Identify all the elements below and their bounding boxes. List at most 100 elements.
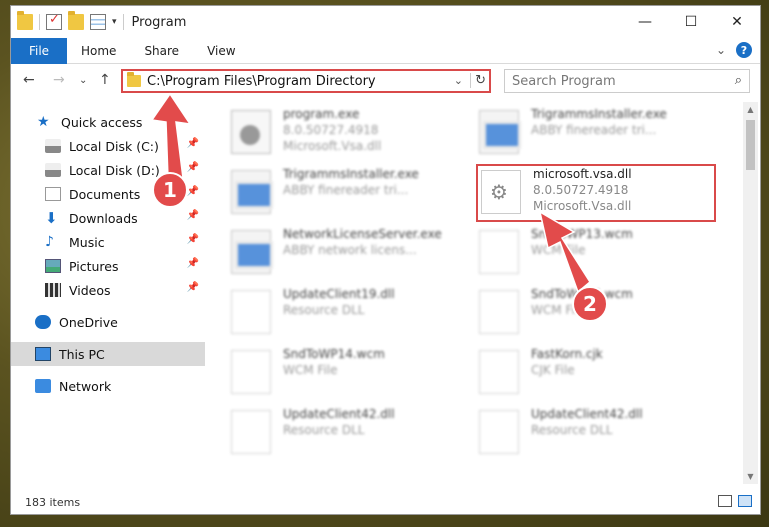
scroll-down-icon[interactable]: ▼ [743, 469, 758, 484]
file-list: program.exe 8.0.50727.4918 Microsoft.Vsa… [207, 102, 739, 482]
tab-file[interactable]: File [11, 37, 67, 64]
documents-icon [45, 187, 61, 201]
up-button[interactable]: ↑ [99, 72, 111, 88]
pin-icon: 📌 [186, 282, 199, 293]
search-input[interactable]: Search Program ⌕ [504, 69, 750, 93]
file-item[interactable]: UpdateClient42.dll Resource DLL [231, 406, 471, 462]
sidebar-item-music[interactable]: ♪ Music 📌 [11, 230, 205, 254]
title-bar: ▾ Program — ☐ ✕ [11, 6, 760, 38]
file-detail: WCM File [283, 363, 338, 377]
file-item[interactable]: NetworkLicenseServer.exe ABBY network li… [231, 226, 471, 282]
customize-toolbar-icon[interactable]: ▾ [112, 17, 117, 27]
new-folder-icon[interactable] [68, 11, 84, 30]
pictures-icon [45, 259, 61, 273]
sidebar-item-label: Local Disk (C:) [69, 138, 159, 154]
file-item[interactable]: FastKorn.cjk CJK File [479, 346, 719, 402]
file-detail: ABBY finereader tri... [283, 183, 409, 197]
file-detail: Microsoft.Vsa.dll [283, 139, 382, 153]
window-title: Program [131, 14, 187, 30]
file-item[interactable]: TrigrammsInstaller.exe ABBY finereader t… [231, 166, 471, 222]
address-bar[interactable]: C:\Program Files\Program Directory ⌄ ↻ [121, 69, 491, 93]
item-count: 183 items [25, 495, 81, 509]
file-item[interactable]: program.exe 8.0.50727.4918 Microsoft.Vsa… [231, 106, 471, 162]
file-item[interactable]: UpdateClient19.dll Resource DLL [231, 286, 471, 342]
sidebar-item-pictures[interactable]: Pictures 📌 [11, 254, 205, 278]
file-name: NetworkLicenseServer.exe [283, 227, 442, 241]
sidebar-item-local-disk-c[interactable]: Local Disk (C:) 📌 [11, 134, 205, 158]
properties-check-icon[interactable] [46, 12, 62, 30]
ribbon-right: ⌄ ? [716, 42, 752, 58]
file-item[interactable]: SndToWP14.wcm WCM File [231, 346, 471, 402]
folder-icon [127, 72, 141, 87]
music-icon: ♪ [45, 234, 54, 250]
sidebar-item-label: Local Disk (D:) [69, 162, 160, 178]
file-name: FastKorn.cjk [531, 347, 603, 361]
sidebar-item-label: Music [69, 234, 105, 250]
scroll-thumb[interactable] [746, 120, 755, 170]
file-icon [231, 290, 271, 334]
address-row: ← → ⌄ ↑ C:\Program Files\Program Directo… [11, 66, 760, 96]
pin-icon: 📌 [186, 234, 199, 245]
file-item[interactable]: UpdateClient42.dll Resource DLL [479, 406, 719, 462]
refresh-icon[interactable]: ↻ [470, 73, 486, 88]
sidebar-item-label: Quick access [61, 114, 143, 130]
installer-file-icon [479, 110, 521, 154]
navigation-pane: ★ Quick access Local Disk (C:) 📌 Local D… [11, 102, 205, 482]
vertical-scrollbar[interactable]: ▲ ▼ [743, 102, 758, 484]
file-detail: Resource DLL [283, 423, 365, 437]
star-icon: ★ [37, 114, 50, 130]
tiles-view-icon[interactable] [738, 495, 752, 507]
file-name: SndToWP14.wcm [283, 347, 385, 361]
sidebar-item-label: Pictures [69, 258, 119, 274]
properties-icon[interactable] [90, 14, 106, 30]
sidebar-item-downloads[interactable]: ⬇ Downloads 📌 [11, 206, 205, 230]
file-name: program.exe [283, 107, 360, 121]
search-placeholder: Search Program [512, 73, 616, 89]
drive-icon [45, 139, 61, 153]
installer-file-icon [231, 230, 273, 274]
file-icon [479, 410, 519, 454]
scroll-up-icon[interactable]: ▲ [743, 102, 758, 117]
file-detail: WCM File [531, 243, 586, 257]
sidebar-item-label: OneDrive [59, 314, 118, 330]
file-item[interactable]: SndToWP13.wcm WCM File [479, 226, 719, 282]
sidebar-item-quick-access[interactable]: ★ Quick access [11, 110, 205, 134]
pin-icon: 📌 [186, 138, 199, 149]
network-icon [35, 379, 51, 393]
sidebar-item-onedrive[interactable]: OneDrive [11, 310, 205, 334]
details-view-icon[interactable] [718, 495, 732, 507]
tab-share[interactable]: Share [130, 44, 193, 58]
forward-button[interactable]: → [53, 72, 65, 88]
quick-access-toolbar: ▾ [11, 11, 124, 30]
file-highlight-box [476, 164, 716, 222]
recent-locations-button[interactable]: ⌄ [79, 75, 87, 86]
tab-home[interactable]: Home [67, 44, 130, 58]
sidebar-item-label: Documents [69, 186, 141, 202]
download-icon: ⬇ [45, 209, 58, 227]
file-name: UpdateClient42.dll [531, 407, 643, 421]
installer-file-icon [231, 170, 273, 214]
address-path[interactable]: C:\Program Files\Program Directory [147, 74, 376, 89]
close-button[interactable]: ✕ [714, 6, 760, 38]
pin-icon: 📌 [186, 210, 199, 221]
sidebar-item-label: Videos [69, 282, 111, 298]
help-icon[interactable]: ? [736, 42, 752, 58]
sidebar-item-this-pc[interactable]: This PC [11, 342, 205, 366]
search-icon[interactable]: ⌕ [735, 73, 742, 88]
sidebar-item-videos[interactable]: Videos 📌 [11, 278, 205, 302]
file-item[interactable]: TrigrammsInstaller.exe ABBY finereader t… [479, 106, 719, 162]
file-name: UpdateClient42.dll [283, 407, 395, 421]
sidebar-item-network[interactable]: Network [11, 374, 205, 398]
back-button[interactable]: ← [23, 72, 35, 88]
address-dropdown-icon[interactable]: ⌄ [454, 74, 463, 87]
file-detail: Resource DLL [531, 423, 613, 437]
minimize-button[interactable]: — [622, 6, 668, 38]
file-detail: 8.0.50727.4918 [283, 123, 379, 137]
expand-ribbon-icon[interactable]: ⌄ [716, 43, 726, 57]
file-icon [479, 290, 519, 334]
tab-view[interactable]: View [193, 44, 249, 58]
maximize-button[interactable]: ☐ [668, 6, 714, 38]
cloud-icon [35, 315, 51, 329]
computer-icon [35, 347, 51, 361]
file-icon [231, 410, 271, 454]
